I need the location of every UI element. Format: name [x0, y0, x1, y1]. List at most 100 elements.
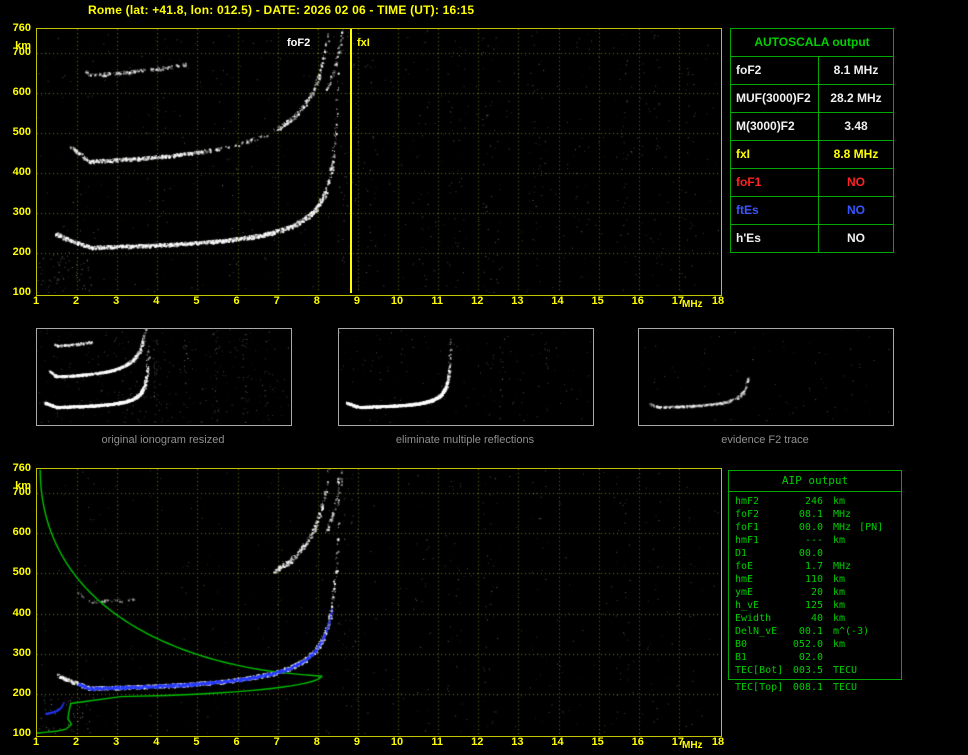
y-tick-label: 600: [1, 526, 31, 538]
aip-param-unit: km: [833, 495, 845, 508]
aip-param-value: 1.7: [791, 560, 823, 573]
x-tick-label: 10: [386, 736, 408, 748]
thumbnail-caption-original: original ionogram resized: [36, 434, 290, 446]
autoscala-app: Rome (lat: +41.8, lon: 012.5) - DATE: 20…: [0, 0, 968, 755]
thumbnail-eliminate-reflections: [338, 328, 594, 426]
y-tick-label: 200: [1, 687, 31, 699]
fof2-annotation-label: foF2: [287, 37, 310, 49]
aip-row: TEC[Bot]003.5TECU: [729, 664, 901, 677]
aip-param-value: 003.5: [791, 664, 823, 677]
aip-param-name: B1: [735, 651, 791, 664]
aip-param-unit: km: [833, 612, 845, 625]
aip-param-unit: km: [833, 599, 845, 612]
aip-row: B0052.0 km: [729, 638, 901, 651]
autoscala-row-value: 28.2 MHz: [819, 85, 893, 112]
y-tick-label: 500: [1, 126, 31, 138]
aip-param-unit: km: [833, 586, 845, 599]
autoscala-row: M(3000)F23.48: [731, 113, 893, 141]
thumbnail-canvas-original: [37, 329, 289, 423]
aip-param-unit: MHz: [833, 521, 851, 534]
aip-row: D100.0: [729, 547, 901, 560]
x-tick-label: 12: [466, 295, 488, 307]
aip-row: hmF1---km: [729, 534, 901, 547]
autoscala-row-label: fxI: [731, 141, 819, 168]
autoscala-row: h'EsNO: [731, 225, 893, 252]
aip-param-value: 008.1: [791, 681, 823, 694]
aip-param-unit: TECU: [833, 664, 857, 677]
fxi-marker-line: [350, 29, 352, 293]
bottom-plot-y-axis: 760700600500400300200100km: [0, 468, 34, 735]
thumbnail-canvas-eliminate: [339, 329, 591, 423]
x-tick-label: 12: [466, 736, 488, 748]
x-tick-label: 8: [306, 736, 328, 748]
x-tick-label: 15: [587, 736, 609, 748]
aip-param-value: 02.0: [791, 651, 823, 664]
aip-param-name: foF2: [735, 508, 791, 521]
aip-param-extra: [PN]: [859, 521, 883, 534]
x-tick-label: 14: [547, 295, 569, 307]
fxi-annotation-label: fxI: [357, 37, 370, 49]
aip-param-unit: km: [833, 573, 845, 586]
aip-param-value: ---: [791, 534, 823, 547]
autoscala-row-label: M(3000)F2: [731, 113, 819, 140]
aip-table-title: AIP output: [729, 471, 901, 492]
x-axis-unit-label: MHz: [682, 299, 703, 310]
x-tick-label: 7: [266, 295, 288, 307]
aip-row: h_vE125 km: [729, 599, 901, 612]
aip-param-unit: km: [833, 638, 845, 651]
autoscala-output-table: AUTOSCALA output foF28.1 MHzMUF(3000)F22…: [730, 28, 894, 253]
x-axis-unit-label: MHz: [682, 740, 703, 751]
aip-param-name: h_vE: [735, 599, 791, 612]
x-tick-label: 6: [226, 736, 248, 748]
aip-param-value: 00.0: [791, 521, 823, 534]
aip-row: foF208.1MHz: [729, 508, 901, 521]
aip-param-value: 246: [791, 495, 823, 508]
x-tick-label: 1: [25, 736, 47, 748]
x-tick-label: 7: [266, 736, 288, 748]
x-tick-label: 4: [145, 736, 167, 748]
aip-param-value: 08.1: [791, 508, 823, 521]
autoscala-row-label: ftEs: [731, 197, 819, 224]
y-tick-label: 760: [1, 22, 31, 34]
ionogram-canvas-bottom: [37, 469, 719, 734]
aip-param-unit: km: [833, 534, 845, 547]
aip-param-value: 052.0: [791, 638, 823, 651]
aip-param-name: B0: [735, 638, 791, 651]
thumbnail-evidence-f2: [638, 328, 894, 426]
thumbnail-original-ionogram: [36, 328, 292, 426]
aip-row: TEC[Top]008.1TECU: [729, 681, 899, 694]
bottom-plot-x-axis: 123456789101112131415161718MHz: [0, 736, 968, 752]
aip-row: hmF2246km: [729, 495, 901, 508]
y-tick-label: 400: [1, 166, 31, 178]
aip-param-value: 20: [791, 586, 823, 599]
aip-row: DelN_vE00.1m^(-3): [729, 625, 901, 638]
aip-param-value: 125: [791, 599, 823, 612]
autoscala-row: MUF(3000)F228.2 MHz: [731, 85, 893, 113]
header-title: Rome (lat: +41.8, lon: 012.5) - DATE: 20…: [88, 3, 474, 17]
x-tick-label: 11: [426, 736, 448, 748]
x-tick-label: 16: [627, 736, 649, 748]
aip-param-unit: m^(-3): [833, 625, 869, 638]
aip-param-name: hmE: [735, 573, 791, 586]
x-tick-label: 5: [185, 736, 207, 748]
autoscala-row-label: MUF(3000)F2: [731, 85, 819, 112]
autoscala-row-value: 8.1 MHz: [819, 57, 893, 84]
aip-param-name: D1: [735, 547, 791, 560]
thumbnail-caption-eliminate: eliminate multiple reflections: [338, 434, 592, 446]
autoscala-row-label: h'Es: [731, 225, 819, 252]
x-tick-label: 10: [386, 295, 408, 307]
x-tick-label: 4: [145, 295, 167, 307]
y-tick-label: 500: [1, 566, 31, 578]
y-tick-label: 300: [1, 647, 31, 659]
autoscala-row: foF28.1 MHz: [731, 57, 893, 85]
aip-param-value: 00.0: [791, 547, 823, 560]
x-tick-label: 6: [226, 295, 248, 307]
aip-row: B102.0: [729, 651, 901, 664]
ionogram-plot-top: foF2 fxI: [36, 28, 722, 296]
aip-param-name: ymE: [735, 586, 791, 599]
aip-row: ymE20 km: [729, 586, 901, 599]
top-plot-y-axis: 760700600500400300200100km: [0, 28, 34, 294]
autoscala-row-value: 8.8 MHz: [819, 141, 893, 168]
autoscala-table-title: AUTOSCALA output: [731, 29, 893, 57]
aip-output-table: AIP output hmF2246kmfoF208.1MHzfoF100.0M…: [728, 470, 902, 680]
